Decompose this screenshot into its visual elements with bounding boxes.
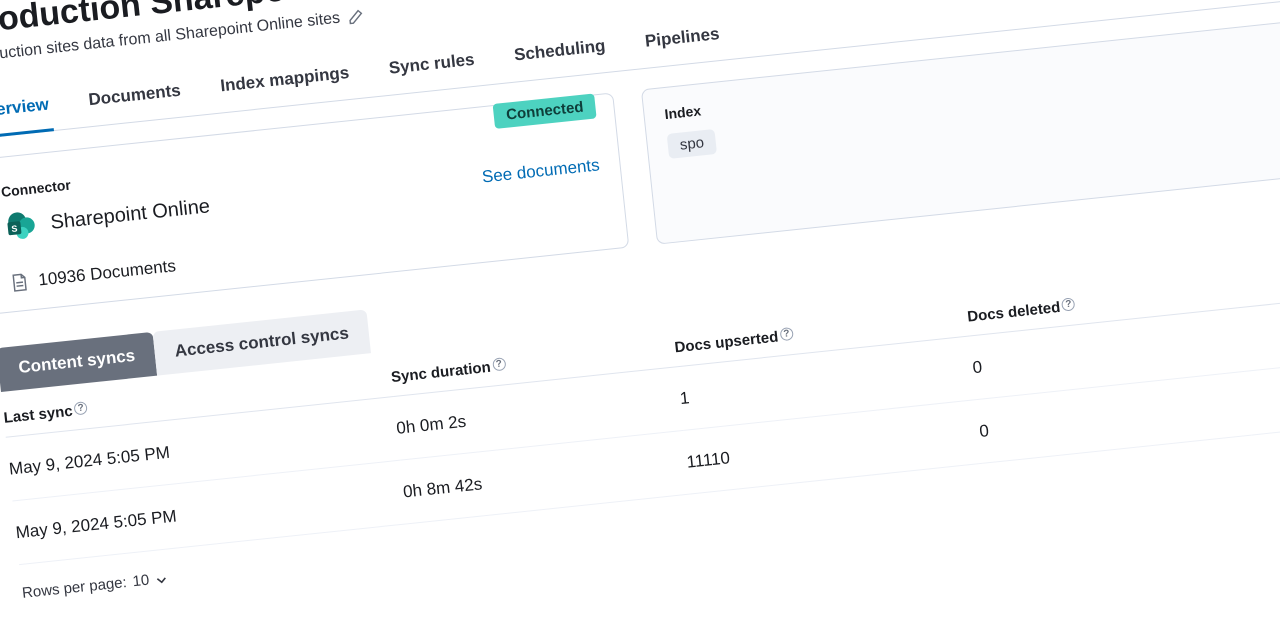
- document-icon: [10, 273, 30, 293]
- pencil-icon[interactable]: [347, 8, 365, 26]
- svg-text:S: S: [11, 223, 18, 234]
- tab-pipelines[interactable]: Pipelines: [641, 14, 724, 69]
- tab-documents[interactable]: Documents: [84, 71, 185, 128]
- document-count: 10936 Documents: [37, 256, 176, 290]
- help-icon[interactable]: ?: [779, 327, 793, 341]
- rows-per-page-label: Rows per page:: [21, 574, 127, 602]
- tab-sync-rules[interactable]: Sync rules: [385, 40, 479, 96]
- tab-content-syncs[interactable]: Content syncs: [0, 332, 157, 392]
- chevron-down-icon: [155, 572, 168, 585]
- sharepoint-icon: S: [3, 208, 38, 243]
- tab-index-mappings[interactable]: Index mappings: [216, 53, 354, 114]
- tab-scheduling[interactable]: Scheduling: [510, 26, 610, 83]
- tab-overview[interactable]: Overview: [0, 84, 54, 139]
- index-section-label: Index: [664, 101, 714, 122]
- connector-name: Sharepoint Online: [49, 195, 211, 235]
- see-documents-link[interactable]: See documents: [481, 155, 601, 187]
- help-icon[interactable]: ?: [492, 357, 506, 371]
- help-icon[interactable]: ?: [74, 401, 88, 415]
- rows-per-page-value: 10: [132, 572, 150, 591]
- index-chip[interactable]: spo: [667, 129, 718, 159]
- help-icon[interactable]: ?: [1061, 297, 1075, 311]
